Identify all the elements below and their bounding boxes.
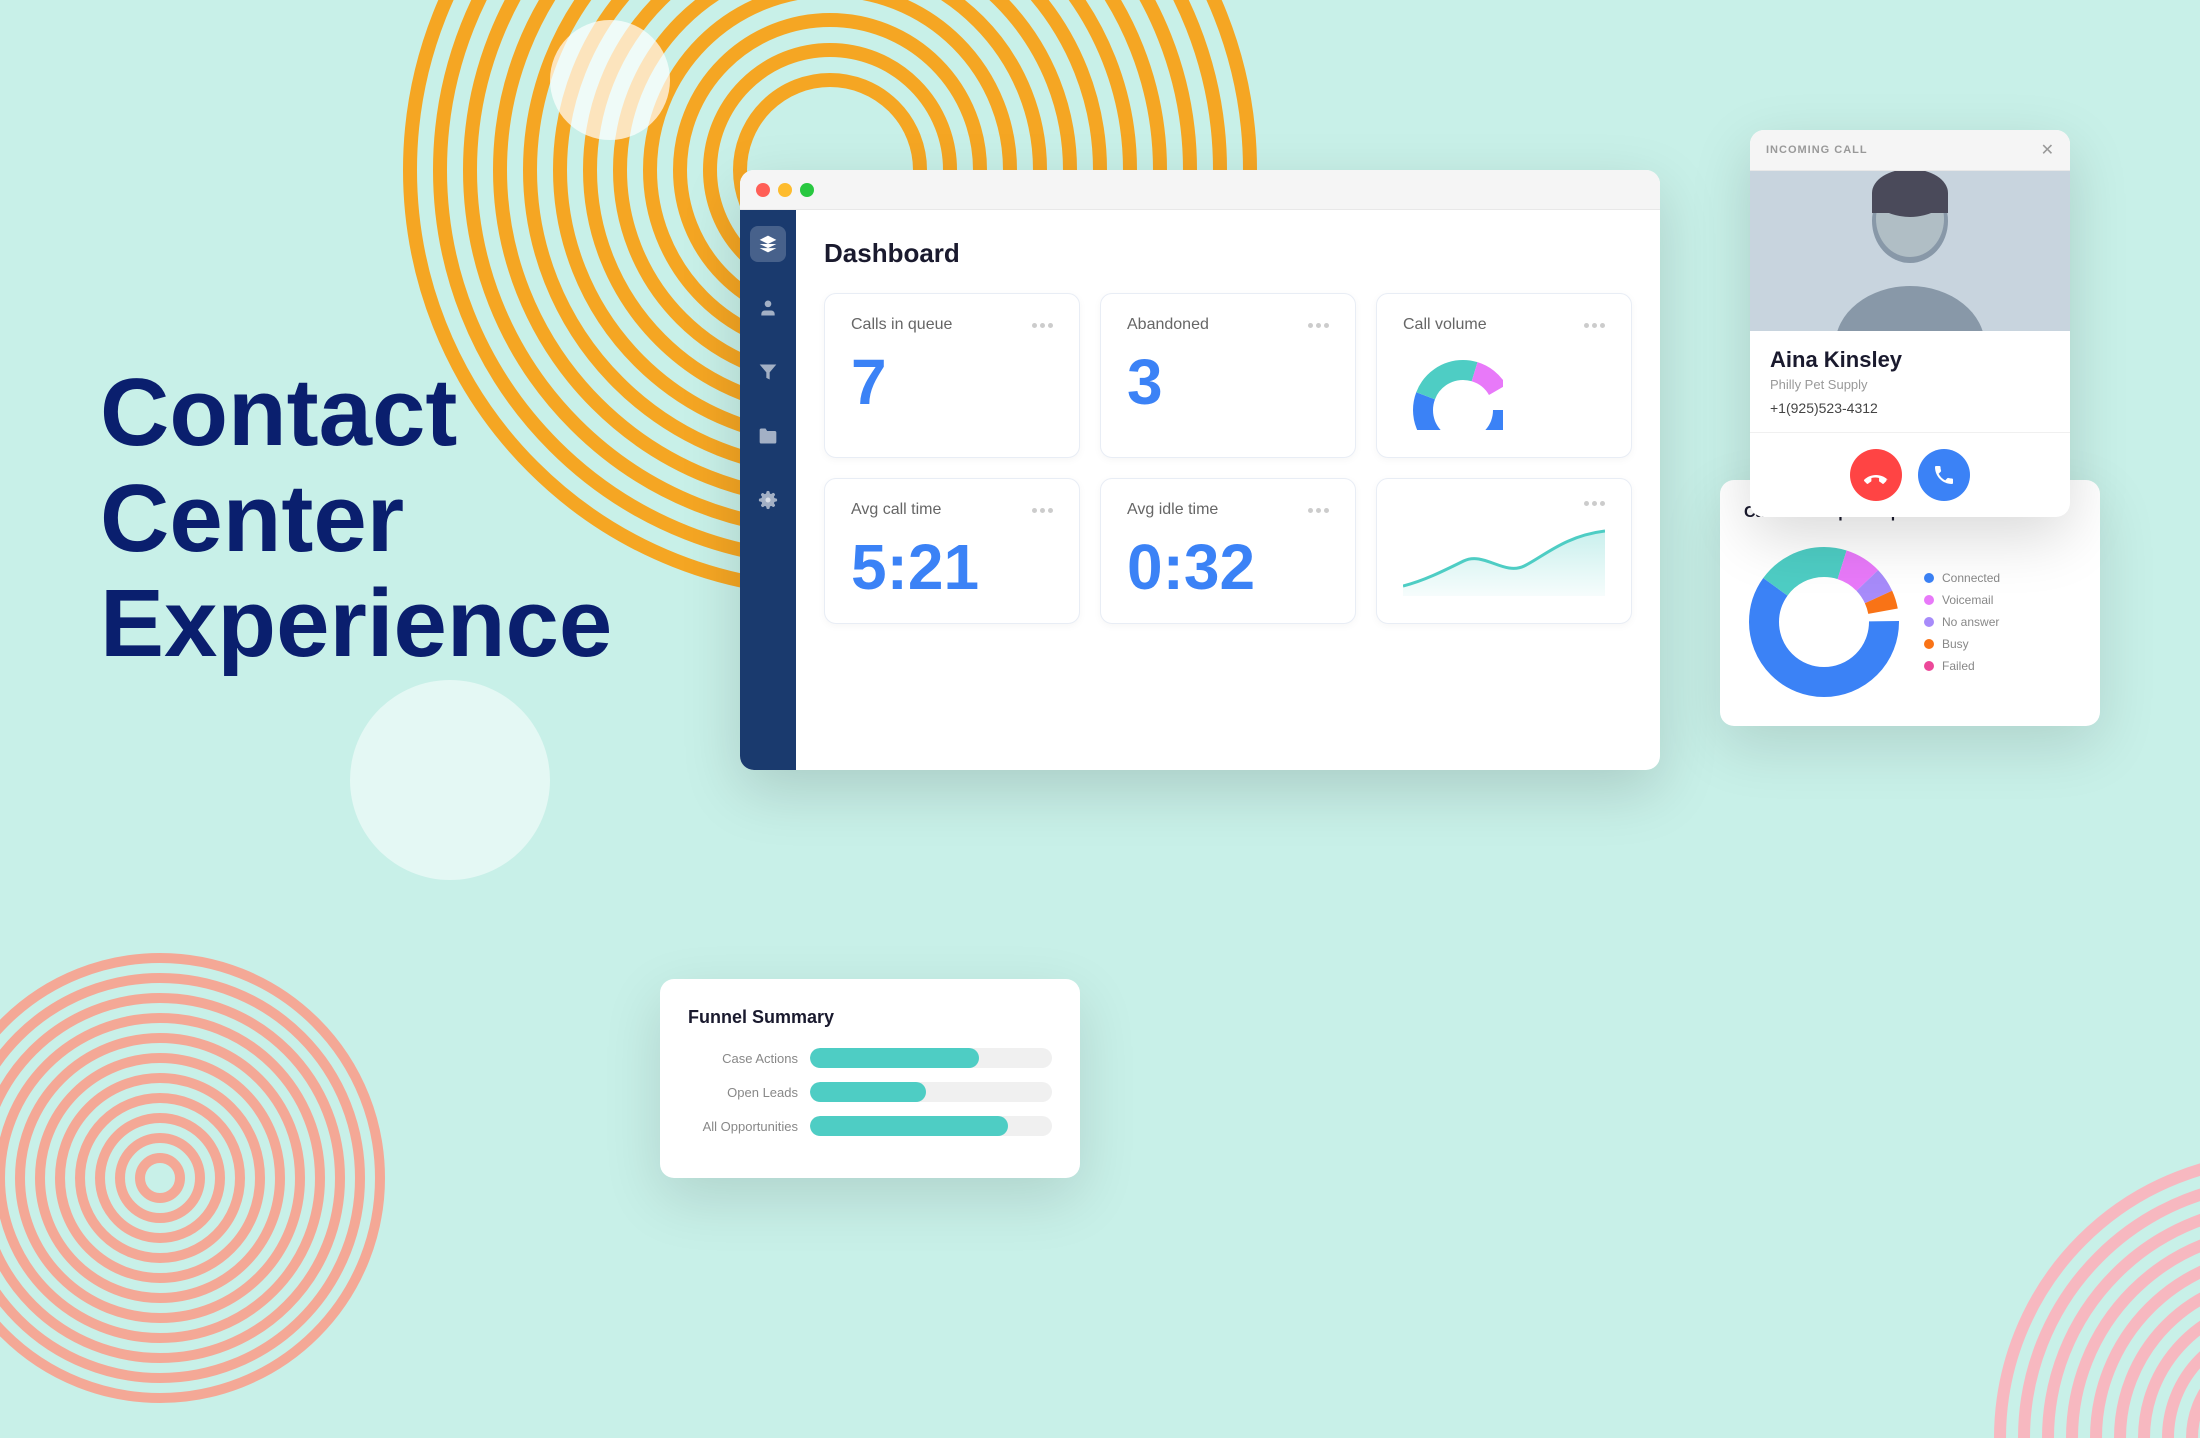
metric-menu-avg-idle[interactable] [1308, 508, 1329, 513]
decorative-circles-salmon [0, 938, 400, 1418]
metric-card-avg-call: Avg call time 5:21 [824, 478, 1080, 624]
metric-value-avg-idle: 0:32 [1127, 535, 1329, 599]
funnel-fill-opportunities [810, 1116, 1008, 1136]
funnel-bar-opportunities: All Opportunities [688, 1116, 1052, 1136]
metric-label-abandoned: Abandoned [1127, 316, 1209, 334]
legend-label-failed: Failed [1942, 659, 1975, 673]
call-panel-label: Incoming Call [1766, 144, 1868, 156]
metric-value-queue: 7 [851, 350, 1053, 414]
mini-donut-chart [1403, 350, 1503, 430]
page-title: Dashboard [824, 238, 1632, 269]
funnel-track-opportunities [810, 1116, 1052, 1136]
area-chart-menu[interactable] [1403, 501, 1605, 506]
funnel-fill-open-leads [810, 1082, 926, 1102]
sidebar-item-files[interactable] [750, 418, 786, 454]
funnel-summary-card: Funnel Summary Case Actions Open Leads A… [660, 979, 1080, 1178]
metric-card-area-chart [1376, 478, 1632, 624]
legend-item-failed: Failed [1924, 659, 2000, 673]
metric-card-calls-queue: Calls in queue 7 [824, 293, 1080, 458]
funnel-track-case-actions [810, 1048, 1052, 1068]
call-panel-header: Incoming Call ✕ [1750, 130, 2070, 171]
metric-label-queue: Calls in queue [851, 316, 952, 334]
window-dot-red[interactable] [756, 183, 770, 197]
legend-item-voicemail: Voicemail [1924, 593, 2000, 607]
window-dot-yellow[interactable] [778, 183, 792, 197]
metric-card-avg-idle: Avg idle time 0:32 [1100, 478, 1356, 624]
call-close-button[interactable]: ✕ [2041, 140, 2054, 160]
dashboard-main: Dashboard Calls in queue 7 Aban [796, 210, 1660, 770]
legend-item-busy: Busy [1924, 637, 2000, 651]
caller-name: Aina Kinsley [1770, 347, 2050, 373]
metric-menu-avg-call[interactable] [1032, 508, 1053, 513]
legend-label-no-answer: No answer [1942, 615, 1999, 629]
metric-value-abandoned: 3 [1127, 350, 1329, 414]
call-actions [1750, 433, 2070, 517]
metric-card-call-volume: Call volume [1376, 293, 1632, 458]
legend-dot-busy [1924, 639, 1934, 649]
funnel-title: Funnel Summary [688, 1007, 1052, 1028]
legend-dot-failed [1924, 661, 1934, 671]
accept-call-button[interactable] [1918, 449, 1970, 501]
metric-menu-queue[interactable] [1032, 323, 1053, 328]
decline-call-button[interactable] [1850, 449, 1902, 501]
avg-metrics-grid: Avg call time 5:21 Avg idle time [824, 478, 1632, 624]
sidebar-item-dashboard[interactable] [750, 226, 786, 262]
decorative-white-circle-top [550, 20, 670, 140]
legend-label-voicemail: Voicemail [1942, 593, 1993, 607]
funnel-bar-case-actions: Case Actions [688, 1048, 1052, 1068]
metrics-grid: Calls in queue 7 Abandoned [824, 293, 1632, 458]
chart-legend: Connected Voicemail No answer Busy Faile… [1924, 571, 2000, 673]
caller-info: Aina Kinsley Philly Pet Supply +1(925)52… [1750, 331, 2070, 433]
donut-chart [1744, 542, 1904, 702]
caller-photo [1750, 171, 2070, 331]
hero-text: Contact Center Experience [100, 360, 680, 677]
sidebar-item-settings[interactable] [750, 482, 786, 518]
dashboard-window: Dashboard Calls in queue 7 Aban [740, 170, 1660, 770]
sidebar-item-filter[interactable] [750, 354, 786, 390]
metric-label-call-volume: Call volume [1403, 316, 1487, 334]
caller-company: Philly Pet Supply [1770, 377, 2050, 392]
funnel-label-open-leads: Open Leads [688, 1085, 798, 1100]
funnel-fill-case-actions [810, 1048, 979, 1068]
decorative-white-circle-mid [350, 680, 550, 880]
metric-menu-abandoned[interactable] [1308, 323, 1329, 328]
funnel-bar-open-leads: Open Leads [688, 1082, 1052, 1102]
incoming-call-panel: Incoming Call ✕ Aina Kinsley Philly Pet … [1750, 130, 2070, 517]
legend-dot-connected [1924, 573, 1934, 583]
donut-chart-container: Connected Voicemail No answer Busy Faile… [1744, 542, 2076, 702]
sidebar-item-contacts[interactable] [750, 290, 786, 326]
legend-dot-no-answer [1924, 617, 1934, 627]
legend-dot-voicemail [1924, 595, 1934, 605]
funnel-track-open-leads [810, 1082, 1052, 1102]
legend-item-no-answer: No answer [1924, 615, 2000, 629]
metric-value-avg-call: 5:21 [851, 535, 1053, 599]
legend-label-connected: Connected [1942, 571, 2000, 585]
caller-photo-svg [1750, 171, 2070, 331]
metric-card-abandoned: Abandoned 3 [1100, 293, 1356, 458]
decorative-circles-pink [1680, 838, 2200, 1438]
window-body: Dashboard Calls in queue 7 Aban [740, 210, 1660, 770]
metric-label-avg-call: Avg call time [851, 501, 941, 519]
window-titlebar [740, 170, 1660, 210]
legend-item-connected: Connected [1924, 571, 2000, 585]
metric-label-avg-idle: Avg idle time [1127, 501, 1218, 519]
funnel-label-case-actions: Case Actions [688, 1051, 798, 1066]
caller-phone: +1(925)523-4312 [1770, 400, 2050, 416]
window-dot-green[interactable] [800, 183, 814, 197]
metric-menu-volume[interactable] [1584, 323, 1605, 328]
funnel-label-opportunities: All Opportunities [688, 1119, 798, 1134]
area-chart [1403, 516, 1605, 596]
sidebar [740, 210, 796, 770]
legend-label-busy: Busy [1942, 637, 1969, 651]
